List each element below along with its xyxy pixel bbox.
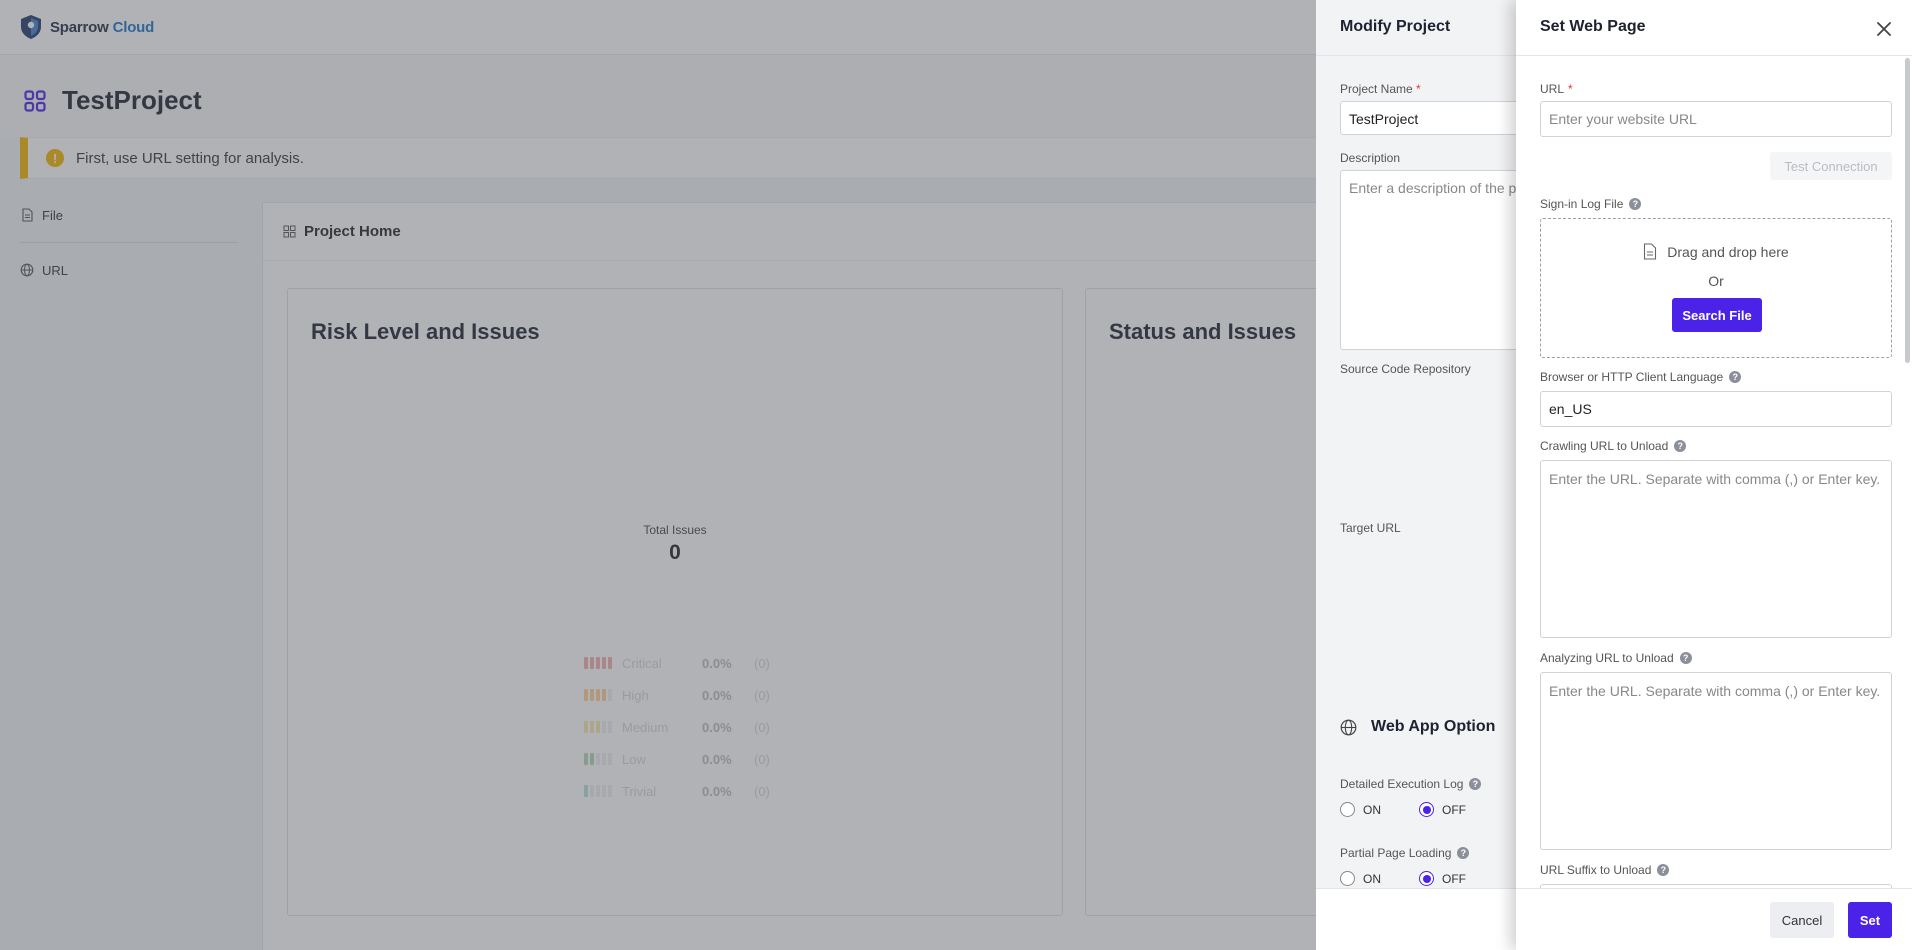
help-icon[interactable]: ? (1729, 371, 1742, 383)
close-icon[interactable] (1874, 19, 1894, 39)
globe-icon (1340, 719, 1357, 735)
language-input[interactable] (1540, 391, 1892, 427)
crawling-url-textarea[interactable] (1540, 460, 1892, 638)
web-app-option-heading: Web App Option (1340, 718, 1495, 736)
file-dropzone[interactable]: Drag and drop here Or Search File (1540, 218, 1892, 358)
radio-off-label: OFF (1442, 802, 1466, 817)
source-repo-label: Source Code Repository (1340, 362, 1471, 376)
url-input[interactable] (1540, 101, 1892, 137)
panel-footer: Cancel Set (1516, 888, 1912, 950)
radio-on[interactable] (1340, 802, 1355, 817)
panel-title: Set Web Page (1540, 18, 1646, 35)
target-url-label: Target URL (1340, 521, 1401, 535)
drop-text: Drag and drop here (1541, 243, 1891, 260)
signin-log-label: Sign-in Log File? (1540, 197, 1642, 211)
scrollbar[interactable] (1905, 58, 1910, 363)
crawling-url-label: Crawling URL to Unload? (1540, 439, 1687, 453)
partial-loading-radios: ON OFF (1340, 871, 1466, 886)
set-web-page-panel: Set Web Page URL* Test Connection Sign-i… (1516, 0, 1912, 950)
description-label: Description (1340, 151, 1401, 165)
document-icon (1644, 243, 1657, 260)
modify-title: Modify Project (1340, 18, 1451, 35)
divider (1316, 55, 1516, 56)
help-icon[interactable]: ? (1457, 847, 1470, 859)
test-connection-button[interactable]: Test Connection (1770, 152, 1892, 180)
language-label: Browser or HTTP Client Language? (1540, 370, 1742, 384)
project-name-input[interactable]: TestProject (1340, 101, 1540, 135)
description-textarea[interactable]: Enter a description of the p (1340, 170, 1540, 350)
analyzing-url-label: Analyzing URL to Unload? (1540, 651, 1692, 665)
help-icon[interactable]: ? (1674, 440, 1687, 452)
url-label: URL * (1540, 82, 1573, 96)
help-icon[interactable]: ? (1679, 652, 1692, 664)
modify-footer (1316, 888, 1516, 950)
radio-on-label: ON (1363, 802, 1381, 817)
radio-off[interactable] (1419, 871, 1434, 886)
help-icon[interactable]: ? (1657, 864, 1670, 876)
detailed-log-radios: ON OFF (1340, 802, 1466, 817)
modify-project-drawer: Modify Project Project Name * TestProjec… (1316, 0, 1540, 950)
radio-off-label: OFF (1442, 871, 1466, 886)
divider (1516, 55, 1912, 56)
drop-or-text: Or (1708, 273, 1724, 289)
radio-on[interactable] (1340, 871, 1355, 886)
radio-on-label: ON (1363, 871, 1381, 886)
set-button[interactable]: Set (1848, 902, 1892, 938)
project-name-label: Project Name * (1340, 82, 1421, 96)
analyzing-url-textarea[interactable] (1540, 672, 1892, 850)
radio-off[interactable] (1419, 802, 1434, 817)
detailed-log-label: Detailed Execution Log? (1340, 777, 1482, 791)
search-file-button[interactable]: Search File (1672, 298, 1762, 332)
help-icon[interactable]: ? (1629, 198, 1642, 210)
partial-loading-label: Partial Page Loading? (1340, 846, 1470, 860)
url-suffix-label: URL Suffix to Unload? (1540, 863, 1670, 877)
help-icon[interactable]: ? (1469, 778, 1482, 790)
cancel-button[interactable]: Cancel (1770, 902, 1834, 938)
